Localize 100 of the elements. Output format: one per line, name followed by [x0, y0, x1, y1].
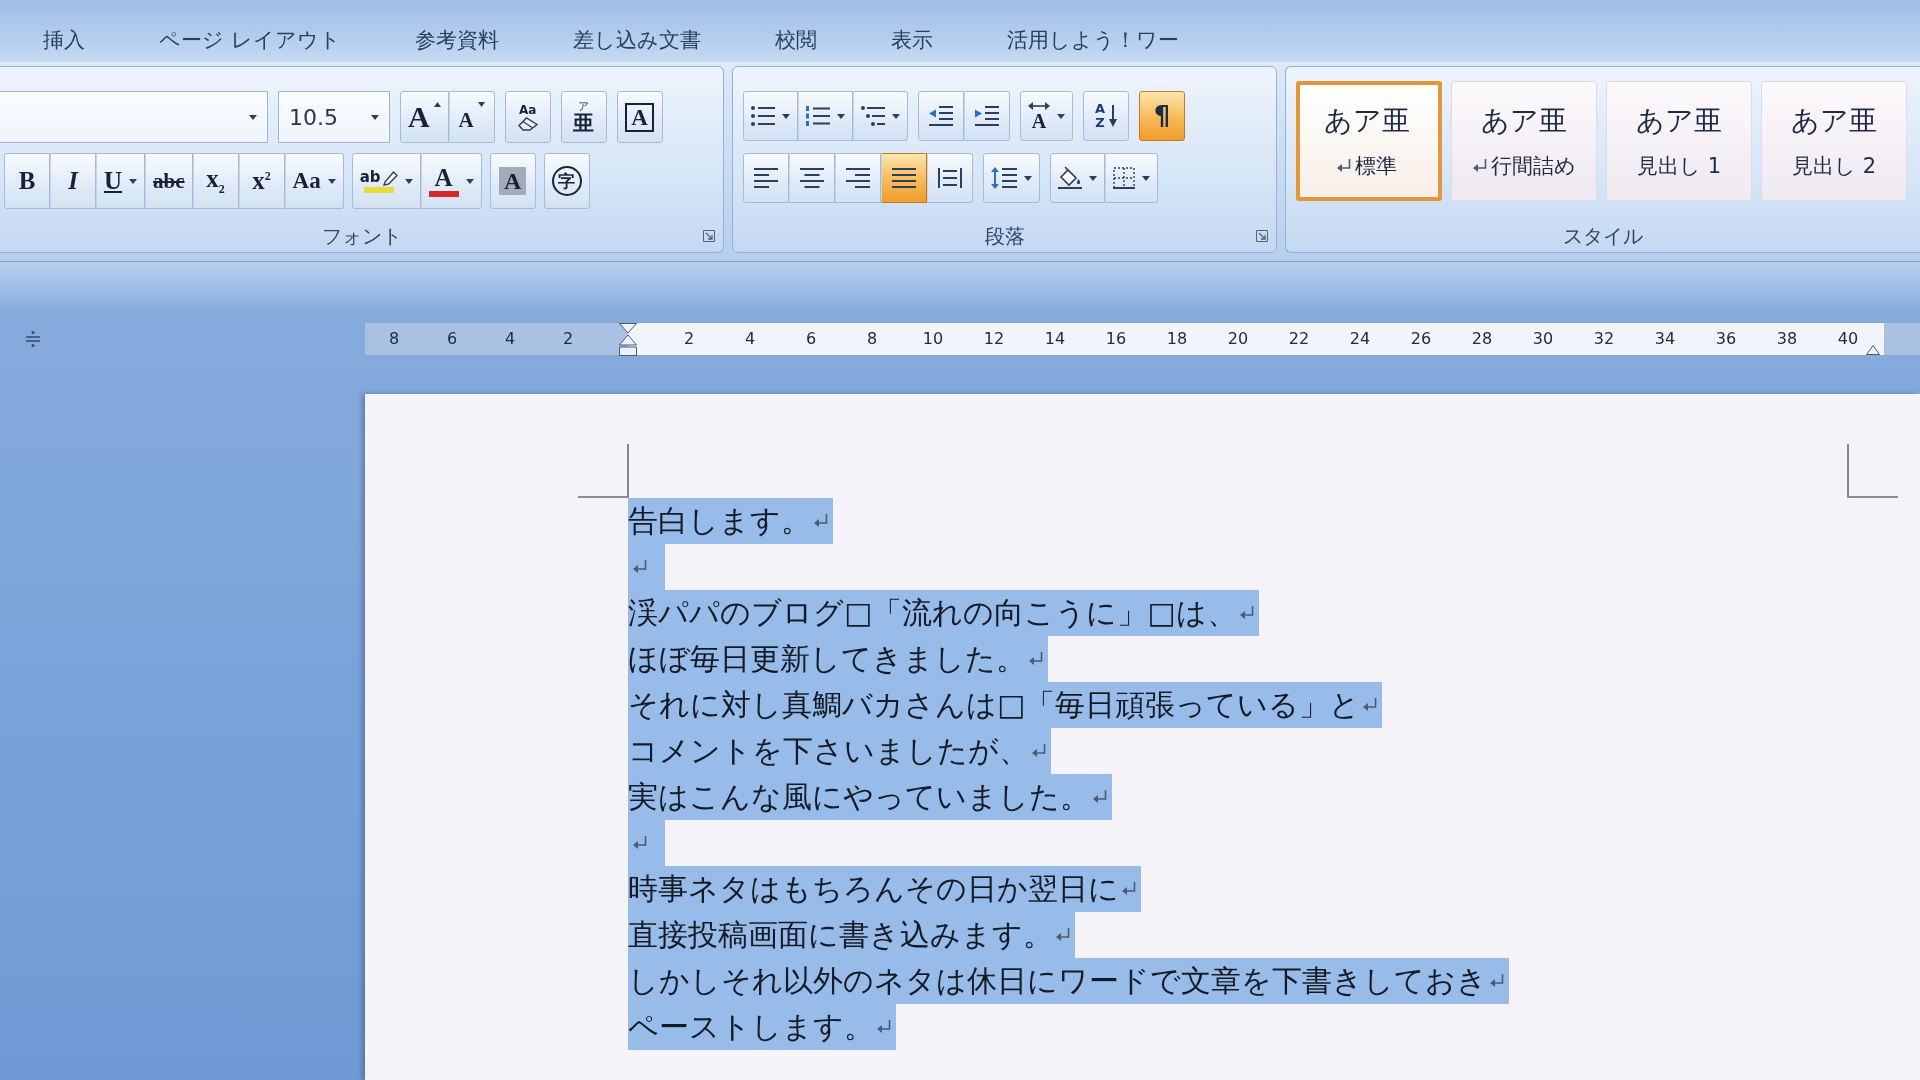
- character-border-button[interactable]: A: [616, 91, 663, 143]
- paragraph-mark-icon: [633, 836, 647, 850]
- ruler-number: 4: [743, 328, 757, 350]
- paragraph-mark-icon: [1336, 159, 1351, 173]
- style-tile[interactable]: あア亜 行間詰め: [1451, 81, 1597, 201]
- decrease-indent-icon: [929, 106, 953, 126]
- ruler-number: 32: [1592, 328, 1616, 350]
- change-case-button[interactable]: Aa: [284, 153, 344, 209]
- up-triangle-icon: [433, 102, 441, 107]
- group-label: スタイル: [1563, 222, 1643, 250]
- paragraph-mark-icon: [877, 1020, 891, 1034]
- distribute-button[interactable]: [927, 153, 973, 203]
- ribbon-tab[interactable]: 表示: [875, 16, 948, 62]
- ribbon-tab[interactable]: ページ レイアウト: [144, 16, 356, 62]
- dialog-launcher-icon[interactable]: [1256, 230, 1268, 242]
- dialog-launcher-icon[interactable]: [703, 230, 715, 242]
- phonetic-guide-button[interactable]: ア 亜: [560, 91, 607, 143]
- ribbon-tab[interactable]: 校閲: [759, 16, 832, 62]
- paragraph-mark-icon: [1056, 928, 1070, 942]
- paint-bucket-icon: [1058, 167, 1082, 189]
- ruler-number: 28: [1470, 328, 1494, 350]
- justify-button[interactable]: [881, 153, 927, 203]
- numbering-button[interactable]: [798, 91, 853, 141]
- list-icon: [806, 106, 830, 126]
- paragraph-mark-icon: [1122, 882, 1136, 896]
- align-left-button[interactable]: [743, 153, 789, 203]
- multilevel-list-icon: [861, 106, 885, 126]
- highlight-button[interactable]: ab: [351, 153, 421, 209]
- ruler-number: 12: [982, 328, 1006, 350]
- center-button[interactable]: [789, 153, 835, 203]
- ribbon-tab[interactable]: 挿入: [28, 16, 100, 62]
- ribbon-tab[interactable]: 活用しよう！ワー: [991, 16, 1194, 62]
- ruler-number: 34: [1653, 328, 1677, 350]
- align-right-button[interactable]: [835, 153, 881, 203]
- enclosed-character-button[interactable]: 字: [543, 153, 590, 209]
- grow-font-button[interactable]: A: [400, 91, 449, 143]
- line-spacing-button[interactable]: [983, 153, 1040, 203]
- ruler-number: 8: [387, 328, 401, 350]
- paragraph-text: 渓パパのブログ□「流れの向こうに」□は、: [628, 594, 1237, 632]
- corner-mark-icon: [1847, 444, 1898, 498]
- increase-indent-button[interactable]: [964, 91, 1010, 141]
- paragraph-mark-icon: [1093, 790, 1107, 804]
- align-left-icon: [754, 168, 778, 188]
- ruler-number: 18: [1165, 328, 1189, 350]
- triangle-marker-icon[interactable]: [1866, 345, 1880, 355]
- pen-icon: [381, 169, 398, 186]
- line-spacing-icon: [991, 167, 1017, 189]
- multilevel-list-button[interactable]: [853, 91, 908, 141]
- bullets-icon: [751, 106, 775, 126]
- italic-button[interactable]: I: [50, 153, 96, 209]
- style-tile[interactable]: あア亜 見出し 2: [1761, 81, 1907, 201]
- ruler-number: 22: [1287, 328, 1311, 350]
- underline-button[interactable]: U: [96, 153, 146, 209]
- divide-sign-icon[interactable]: [26, 331, 40, 347]
- show-marks-button[interactable]: ¶: [1139, 91, 1185, 141]
- increase-indent-icon: [975, 106, 999, 126]
- paragraph-text: 直接投稿画面に書き込みます。: [628, 916, 1053, 954]
- ribbon-tab[interactable]: 差し込み文書: [557, 16, 716, 62]
- paragraph-text: 告白します。: [628, 502, 811, 540]
- character-shading-button[interactable]: A: [489, 153, 536, 209]
- paragraph-mark-icon: [1490, 974, 1504, 988]
- hourglass-marker-icon[interactable]: [619, 323, 637, 356]
- dashed-grid-icon: [1113, 167, 1135, 189]
- ruler-number: 10: [921, 328, 945, 350]
- ruler-number: 40: [1836, 328, 1860, 350]
- paragraph-mark-icon: [633, 560, 647, 574]
- paragraph-mark-icon: [1472, 159, 1487, 173]
- style-tile[interactable]: あア亜 見出し 1: [1606, 81, 1752, 201]
- font-size-field[interactable]: 10.5: [278, 91, 390, 143]
- paragraph-text: それに対し真鯛バカさんは□「毎日頑張っている」と: [628, 686, 1361, 724]
- ruler-number: 16: [1104, 328, 1128, 350]
- ruler-number: 38: [1775, 328, 1799, 350]
- asian-layout-button[interactable]: A: [1020, 91, 1073, 141]
- ruler-number: 2: [561, 328, 575, 350]
- ruler-number: 36: [1714, 328, 1738, 350]
- font-color-button[interactable]: A: [420, 153, 482, 209]
- subscript-button[interactable]: x$_{2}$: [192, 153, 239, 209]
- style-tile[interactable]: あア亜 標準: [1296, 81, 1442, 201]
- paragraph-mark-icon: [1363, 698, 1378, 712]
- shrink-font-button[interactable]: A: [448, 91, 495, 143]
- sort-button[interactable]: A Z: [1083, 91, 1129, 141]
- paragraph-mark-icon: [1032, 744, 1046, 758]
- superscript-button[interactable]: x$^{2}$: [238, 153, 285, 209]
- ruler-number: 4: [503, 328, 517, 350]
- paragraph-mark-icon: [1239, 606, 1254, 620]
- ruler-number: 24: [1348, 328, 1372, 350]
- justify-icon: [892, 168, 916, 188]
- ribbon-tab[interactable]: 参考資料: [399, 16, 514, 62]
- font-name-field[interactable]: [0, 91, 268, 143]
- decrease-indent-button[interactable]: [918, 91, 964, 141]
- borders-button[interactable]: [1105, 153, 1158, 203]
- strikethrough-button[interactable]: abc: [145, 153, 193, 209]
- shading-button[interactable]: [1050, 153, 1105, 203]
- bold-button[interactable]: B: [4, 153, 50, 209]
- caret-icon: [249, 114, 257, 120]
- clear-formatting-button[interactable]: Aa: [504, 91, 551, 143]
- ruler-number: 2: [682, 328, 696, 350]
- paragraph-text: 実はこんな風にやっていました。: [628, 778, 1090, 816]
- ruler-number: 8: [865, 328, 879, 350]
- bullets-button[interactable]: [743, 91, 798, 141]
